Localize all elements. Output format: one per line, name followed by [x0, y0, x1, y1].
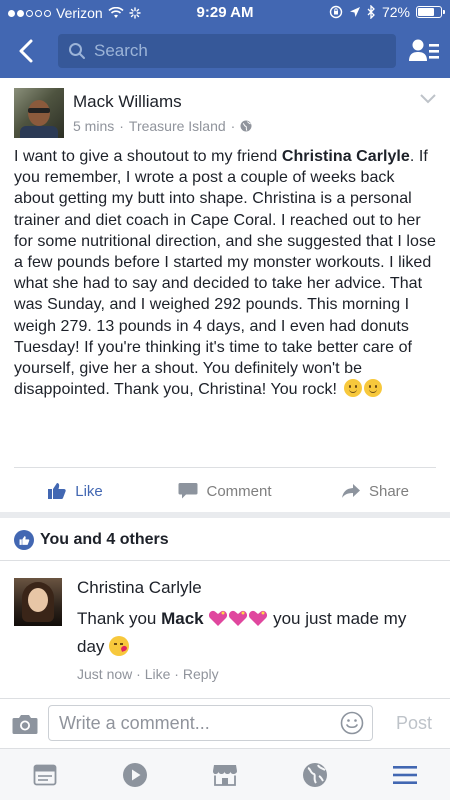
- tagged-person[interactable]: Christina Carlyle: [282, 148, 410, 165]
- sparkling-heart-icon: [229, 610, 248, 626]
- battery-icon: [416, 6, 445, 18]
- tab-menu[interactable]: [360, 749, 450, 800]
- face-blowing-kiss-icon: [109, 636, 130, 656]
- reaction-summary[interactable]: You and 4 others: [14, 530, 169, 550]
- nav-bar: Search: [0, 32, 450, 72]
- like-label: Like: [75, 482, 103, 500]
- smile-emoji-icon: [363, 379, 382, 398]
- comment-like-link[interactable]: Like: [145, 666, 171, 682]
- tab-news-feed[interactable]: [0, 749, 90, 800]
- marketplace-store-icon: [213, 764, 237, 786]
- meta-separator: ·: [119, 118, 124, 134]
- back-arrow-icon[interactable]: [12, 36, 42, 66]
- location-arrow-icon: [349, 7, 360, 17]
- comment-mention[interactable]: Mack: [161, 609, 204, 628]
- post-author[interactable]: Mack Williams: [73, 92, 182, 112]
- post-time[interactable]: 5 mins: [73, 118, 114, 134]
- divider: [0, 560, 450, 561]
- comment-author[interactable]: Christina Carlyle: [77, 578, 202, 598]
- comment-time: Just now: [77, 666, 133, 682]
- sparkling-heart-icon: [209, 610, 228, 626]
- share-arrow-icon: [341, 484, 360, 498]
- chevron-down-icon[interactable]: [420, 94, 436, 104]
- comment-input[interactable]: Write a comment...: [48, 705, 373, 741]
- comment-reply-link[interactable]: Reply: [183, 666, 219, 682]
- section-gap: [0, 512, 450, 518]
- smile-emoji-icon: [343, 379, 362, 398]
- post-comment-button[interactable]: Post: [396, 713, 432, 734]
- status-bar: Verizon 9:29 AM 72%: [0, 0, 450, 26]
- tab-notifications[interactable]: [270, 749, 360, 800]
- comment-composer: Write a comment... Post: [0, 698, 450, 748]
- divider: [14, 467, 436, 468]
- comment-text: Thank you Mack you just made my day: [77, 605, 437, 661]
- tab-video[interactable]: [90, 749, 180, 800]
- post-body: I want to give a shoutout to my friend C…: [14, 146, 438, 400]
- comment-bubble-icon: [178, 483, 198, 499]
- like-reaction-icon: [14, 530, 34, 550]
- reaction-summary-label: You and 4 others: [40, 531, 169, 548]
- globe-notifications-icon: [303, 762, 327, 787]
- search-icon: [69, 43, 85, 59]
- bottom-tab-bar: [0, 748, 450, 800]
- search-placeholder: Search: [94, 41, 148, 60]
- comment-button[interactable]: Comment: [150, 475, 300, 507]
- hamburger-menu-icon: [393, 765, 417, 784]
- play-video-icon: [123, 762, 147, 787]
- meta-separator: ·: [136, 666, 145, 682]
- post-meta: 5 mins · Treasure Island ·: [73, 118, 252, 134]
- battery-fill: [418, 8, 434, 16]
- comment-meta: Just now · Like · Reply: [77, 666, 219, 682]
- commenter-avatar[interactable]: [14, 578, 62, 626]
- comment-text-start: Thank you: [77, 609, 162, 628]
- friends-list-icon[interactable]: [408, 36, 440, 66]
- camera-icon[interactable]: [12, 713, 38, 735]
- comment-placeholder: Write a comment...: [59, 712, 210, 733]
- news-feed-icon: [33, 764, 57, 785]
- sparkling-heart-icon: [249, 610, 268, 626]
- author-avatar[interactable]: [14, 88, 64, 138]
- post-body-rest: . If you remember, I wrote a post a coup…: [14, 148, 436, 399]
- post-location[interactable]: Treasure Island: [129, 118, 226, 134]
- tab-marketplace[interactable]: [180, 749, 270, 800]
- thumbs-up-icon: [48, 483, 66, 499]
- battery-percent: 72%: [381, 4, 410, 20]
- post-body-start: I want to give a shoutout to my friend: [14, 148, 282, 165]
- globe-icon: [240, 120, 252, 132]
- like-button[interactable]: Like: [0, 475, 150, 507]
- share-label: Share: [368, 482, 410, 500]
- comment-label: Comment: [206, 482, 272, 500]
- status-right-group: 72%: [329, 4, 445, 20]
- sticker-smiley-icon[interactable]: [340, 711, 364, 735]
- meta-separator: ·: [230, 118, 236, 134]
- search-input[interactable]: Search: [58, 34, 396, 68]
- meta-separator: ·: [174, 666, 183, 682]
- bluetooth-icon: [367, 5, 375, 19]
- rotation-lock-icon: [329, 5, 343, 19]
- top-bar: Verizon 9:29 AM 72% Search: [0, 0, 450, 78]
- post-actions: Like Comment Share: [0, 475, 450, 507]
- share-button[interactable]: Share: [300, 475, 450, 507]
